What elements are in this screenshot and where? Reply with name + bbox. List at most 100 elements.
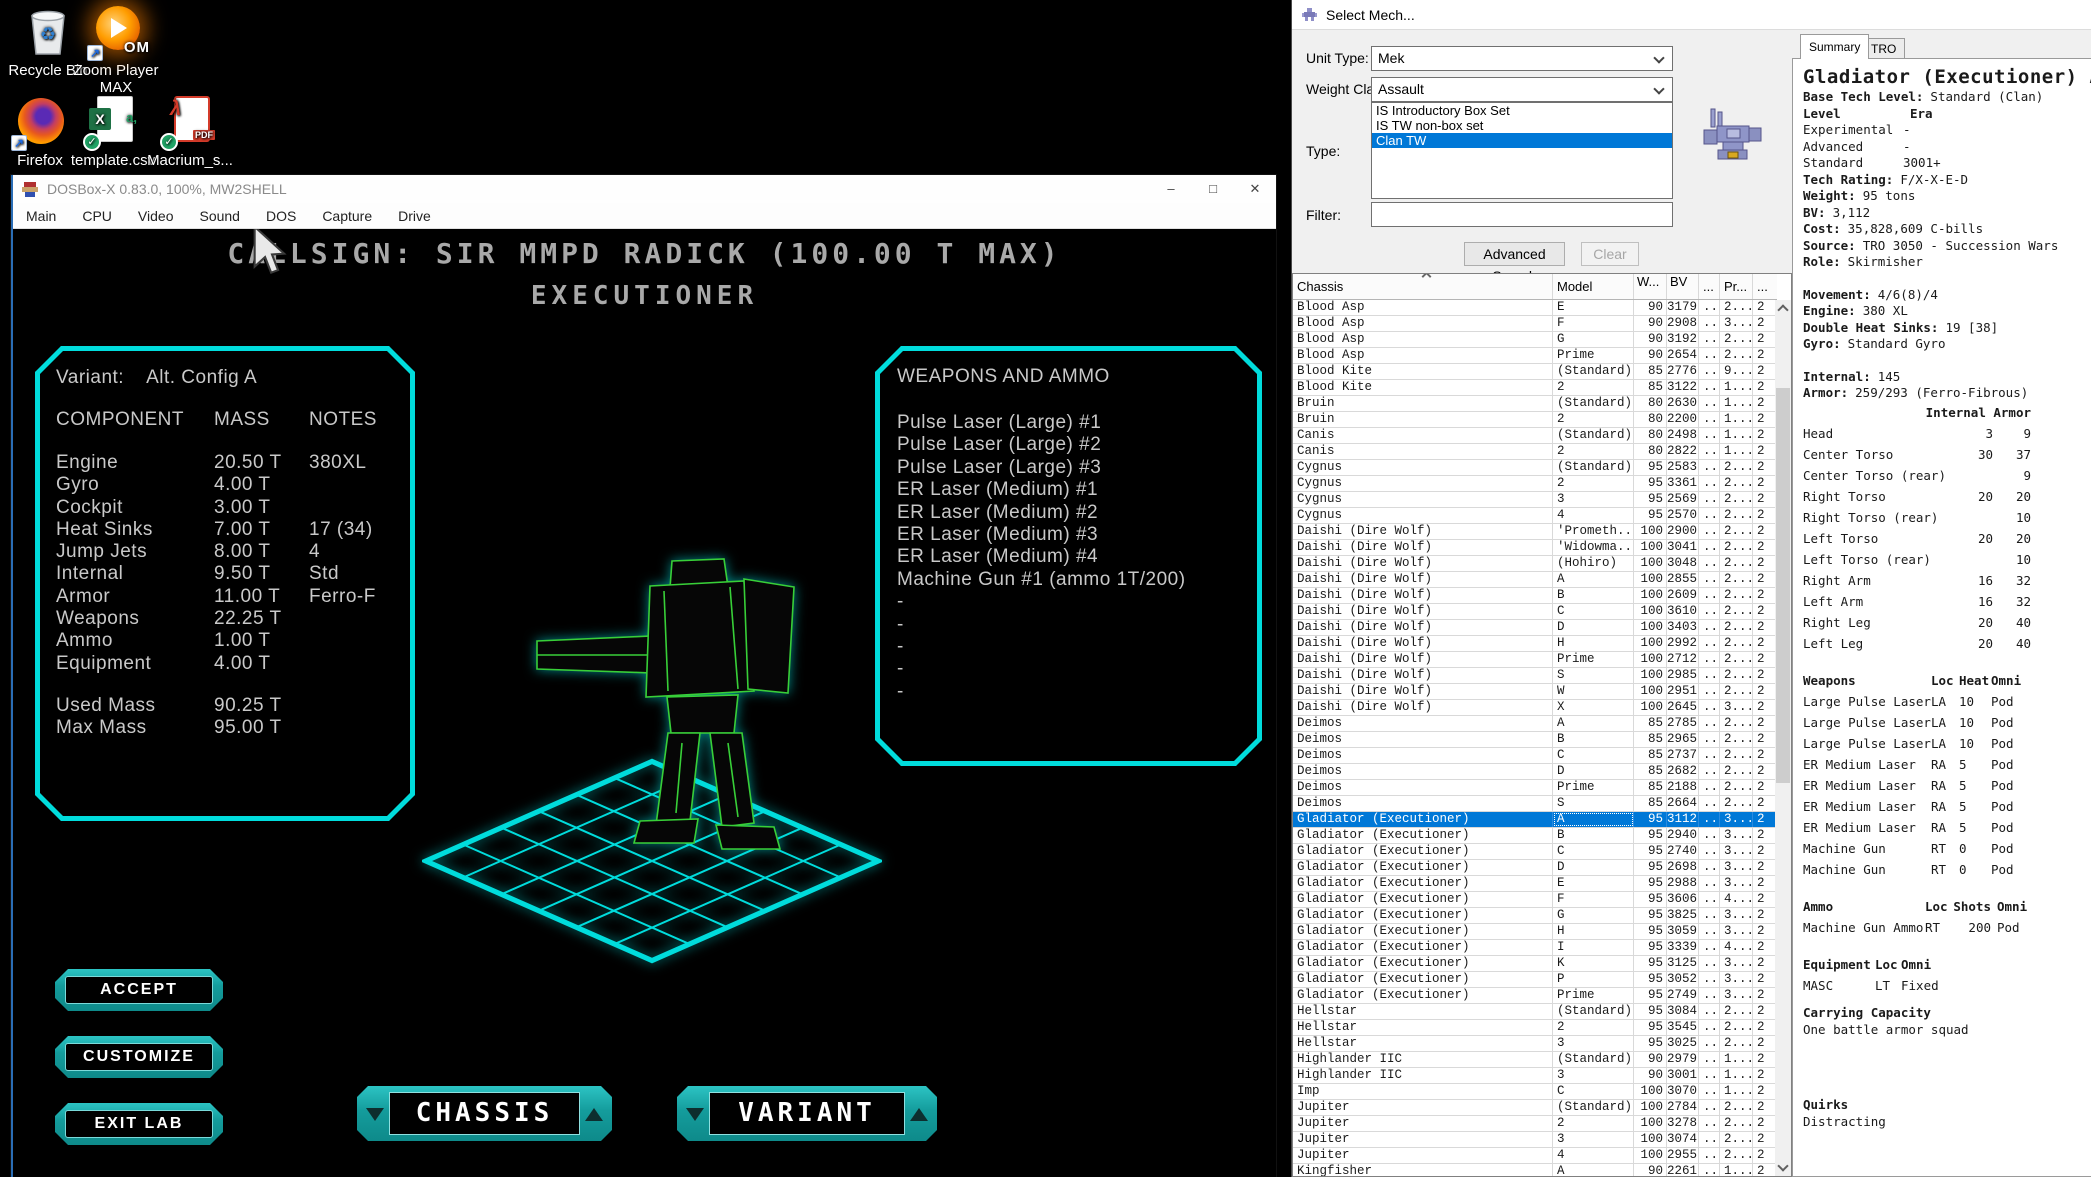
type-option[interactable]: IS Introductory Box Set xyxy=(1372,103,1672,118)
table-row[interactable]: Gladiator (Executioner) Prime 95 2749 ..… xyxy=(1293,988,1777,1004)
table-row[interactable]: Gladiator (Executioner) P 95 3052 ... 3.… xyxy=(1293,972,1777,988)
table-row[interactable]: Daishi (Dire Wolf) C 100 3610 ... 2... 2 xyxy=(1293,604,1777,620)
minimize-button[interactable]: – xyxy=(1150,175,1192,203)
variant-prev-icon[interactable] xyxy=(686,1108,704,1121)
table-row[interactable]: Daishi (Dire Wolf) A 100 2855 ... 2... 2 xyxy=(1293,572,1777,588)
variant-selector[interactable]: VARIANT xyxy=(677,1086,937,1141)
table-row[interactable]: Daishi (Dire Wolf) D 100 3403 ... 2... 2 xyxy=(1293,620,1777,636)
table-row[interactable]: Daishi (Dire Wolf) W 100 2951 ... 2... 2 xyxy=(1293,684,1777,700)
column-header-weight[interactable]: W... xyxy=(1634,274,1667,299)
unit-type-dropdown[interactable]: Mek xyxy=(1371,46,1673,71)
table-row[interactable]: Deimos Prime 85 2188 ... 2... 2 xyxy=(1293,780,1777,796)
column-header-dots2[interactable]: ... xyxy=(1753,274,1777,299)
desktop-icon-macrium[interactable]: λ PDF ✓ Macrium_s... xyxy=(142,96,238,169)
table-row[interactable]: Gladiator (Executioner) A 95 3112 ... 3.… xyxy=(1293,812,1777,828)
table-row[interactable]: Canis (Standard) 80 2498 ... 1... 2 xyxy=(1293,428,1777,444)
column-header-model[interactable]: Model xyxy=(1553,274,1634,299)
type-option[interactable]: IS TW non-box set xyxy=(1372,118,1672,133)
column-header-dots[interactable]: ... xyxy=(1699,274,1720,299)
menu-item[interactable]: Main xyxy=(13,208,69,224)
table-row[interactable]: Deimos A 85 2785 ... 2... 2 xyxy=(1293,716,1777,732)
column-header-bv[interactable]: BV xyxy=(1667,274,1699,299)
table-scrollbar[interactable] xyxy=(1775,300,1791,1176)
table-row[interactable]: Jupiter (Standard) 100 2784 ... 2... 2 xyxy=(1293,1100,1777,1116)
table-row[interactable]: Gladiator (Executioner) I 95 3339 ... 4.… xyxy=(1293,940,1777,956)
advanced-search-button[interactable]: Advanced Search xyxy=(1464,242,1565,266)
table-row[interactable]: Daishi (Dire Wolf) B 100 2609 ... 2... 2 xyxy=(1293,588,1777,604)
table-row[interactable]: Highlander IIC 3 90 3001 ... 1... 2 xyxy=(1293,1068,1777,1084)
table-row[interactable]: Deimos S 85 2664 ... 2... 2 xyxy=(1293,796,1777,812)
table-row[interactable]: Deimos C 85 2737 ... 2... 2 xyxy=(1293,748,1777,764)
table-row[interactable]: Gladiator (Executioner) F 95 3606 ... 4.… xyxy=(1293,892,1777,908)
menu-item[interactable]: Video xyxy=(125,208,187,224)
table-row[interactable]: Imp C 100 3070 ... 1... 2 xyxy=(1293,1084,1777,1100)
table-row[interactable]: Gladiator (Executioner) E 95 2988 ... 3.… xyxy=(1293,876,1777,892)
table-row[interactable]: Cygnus (Standard) 95 2583 ... 2... 2 xyxy=(1293,460,1777,476)
exit-lab-button[interactable]: EXIT LAB xyxy=(55,1103,223,1145)
column-header-price[interactable]: Pr... xyxy=(1720,274,1753,299)
close-button[interactable]: ✕ xyxy=(1234,175,1276,203)
table-row[interactable]: Jupiter 2 100 3278 ... 2... 2 xyxy=(1293,1116,1777,1132)
tab-summary[interactable]: Summary xyxy=(1800,34,1869,59)
table-row[interactable]: Bruin (Standard) 80 2630 ... 1... 2 xyxy=(1293,396,1777,412)
table-row[interactable]: Daishi (Dire Wolf) S 100 2985 ... 2... 2 xyxy=(1293,668,1777,684)
table-row[interactable]: Cygnus 3 95 2569 ... 2... 2 xyxy=(1293,492,1777,508)
dosbox-titlebar[interactable]: DOSBox-X 0.83.0, 100%, MW2SHELL – □ ✕ xyxy=(13,175,1276,203)
accept-button[interactable]: ACCEPT xyxy=(55,969,223,1011)
menu-item[interactable]: Drive xyxy=(385,208,444,224)
table-row[interactable]: Deimos B 85 2965 ... 2... 2 xyxy=(1293,732,1777,748)
clear-button[interactable]: Clear xyxy=(1581,242,1639,266)
scroll-up-icon[interactable] xyxy=(1777,304,1788,315)
type-list[interactable]: IS Introductory Box SetIS TW non-box set… xyxy=(1371,102,1673,199)
weight-class-dropdown[interactable]: Assault xyxy=(1371,77,1673,102)
table-row[interactable]: Gladiator (Executioner) G 95 3825 ... 3.… xyxy=(1293,908,1777,924)
table-row[interactable]: Daishi (Dire Wolf) H 100 2992 ... 2... 2 xyxy=(1293,636,1777,652)
table-row[interactable]: Cygnus 2 95 3361 ... 2... 2 xyxy=(1293,476,1777,492)
table-row[interactable]: Hellstar (Standard) 95 3084 ... 2... 2 xyxy=(1293,1004,1777,1020)
table-row[interactable]: Jupiter 3 100 3074 ... 2... 2 xyxy=(1293,1132,1777,1148)
table-row[interactable]: Blood Kite (Standard) 85 2776 ... 9... 2 xyxy=(1293,364,1777,380)
scrollbar-thumb[interactable] xyxy=(1776,388,1790,783)
table-row[interactable]: Bruin 2 80 2200 ... 1... 2 xyxy=(1293,412,1777,428)
table-row[interactable]: Cygnus 4 95 2570 ... 2... 2 xyxy=(1293,508,1777,524)
table-row[interactable]: Blood Asp Prime 90 2654 ... 2... 2 xyxy=(1293,348,1777,364)
menu-item[interactable]: Capture xyxy=(309,208,385,224)
table-row[interactable]: Kingfisher A 90 2261 ... 1... 2 xyxy=(1293,1164,1777,1176)
menu-item[interactable]: CPU xyxy=(69,208,125,224)
menu-item[interactable]: Sound xyxy=(186,208,252,224)
maximize-button[interactable]: □ xyxy=(1192,175,1234,203)
scroll-down-icon[interactable] xyxy=(1777,1160,1788,1171)
table-row[interactable]: Highlander IIC (Standard) 90 2979 ... 1.… xyxy=(1293,1052,1777,1068)
type-option[interactable]: Clan TW xyxy=(1372,133,1672,148)
variant-next-icon[interactable] xyxy=(910,1108,928,1121)
table-row[interactable]: Gladiator (Executioner) C 95 2740 ... 3.… xyxy=(1293,844,1777,860)
summary-content: Gladiator (Executioner) A Base Tech Leve… xyxy=(1792,58,2091,1177)
table-row[interactable]: Gladiator (Executioner) D 95 2698 ... 3.… xyxy=(1293,860,1777,876)
filter-input[interactable] xyxy=(1371,202,1673,227)
column-header-chassis[interactable]: Chassis xyxy=(1293,274,1553,299)
table-row[interactable]: Blood Asp G 90 3192 ... 2... 2 xyxy=(1293,332,1777,348)
table-row[interactable]: Blood Kite 2 85 3122 ... 1... 2 xyxy=(1293,380,1777,396)
customize-button[interactable]: CUSTOMIZE xyxy=(55,1036,223,1078)
table-row[interactable]: Daishi (Dire Wolf) (Hohiro) 100 3048 ...… xyxy=(1293,556,1777,572)
table-row[interactable]: Blood Asp F 90 2908 ... 3... 2 xyxy=(1293,316,1777,332)
table-row[interactable]: Blood Asp E 90 3179 ... 2... 2 xyxy=(1293,300,1777,316)
table-row[interactable]: Gladiator (Executioner) B 95 2940 ... 3.… xyxy=(1293,828,1777,844)
menu-item[interactable]: DOS xyxy=(253,208,309,224)
select-mech-titlebar[interactable]: Select Mech... xyxy=(1292,0,2091,30)
desktop-icon-zoom-player[interactable]: OM ↗ Zoom Player MAX xyxy=(68,6,164,96)
table-row[interactable]: Canis 2 80 2822 ... 1... 2 xyxy=(1293,444,1777,460)
table-row[interactable]: Daishi (Dire Wolf) X 100 2645 ... 3... 2 xyxy=(1293,700,1777,716)
chassis-selector[interactable]: CHASSIS xyxy=(357,1086,612,1141)
table-row[interactable]: Deimos D 85 2682 ... 2... 2 xyxy=(1293,764,1777,780)
table-row[interactable]: Jupiter 4 100 2955 ... 2... 2 xyxy=(1293,1148,1777,1164)
table-row[interactable]: Gladiator (Executioner) K 95 3125 ... 3.… xyxy=(1293,956,1777,972)
table-row[interactable]: Hellstar 2 95 3545 ... 2... 2 xyxy=(1293,1020,1777,1036)
table-row[interactable]: Daishi (Dire Wolf) 'Widowma... 100 3041 … xyxy=(1293,540,1777,556)
table-row[interactable]: Gladiator (Executioner) H 95 3059 ... 3.… xyxy=(1293,924,1777,940)
table-row[interactable]: Hellstar 3 95 3025 ... 2... 2 xyxy=(1293,1036,1777,1052)
chassis-next-icon[interactable] xyxy=(585,1108,603,1121)
table-row[interactable]: Daishi (Dire Wolf) 'Prometh... 100 2900 … xyxy=(1293,524,1777,540)
chassis-prev-icon[interactable] xyxy=(366,1108,384,1121)
table-row[interactable]: Daishi (Dire Wolf) Prime 100 2712 ... 2.… xyxy=(1293,652,1777,668)
